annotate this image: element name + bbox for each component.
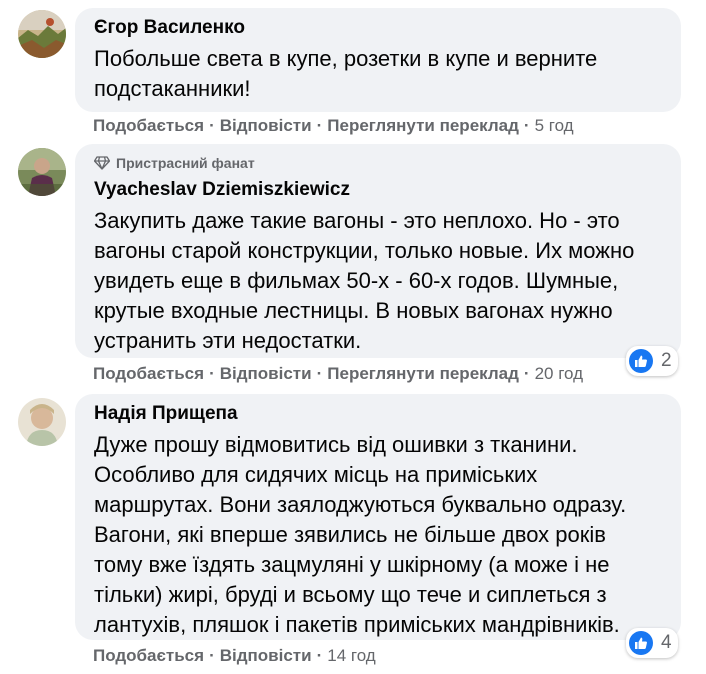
reply-link[interactable]: Відповісти	[220, 364, 312, 383]
comment-bubble: Єгор Василенко Побольше света в купе, ро…	[75, 8, 681, 112]
comment-text-line: Закупить даже такие вагоны - это неплохо…	[94, 208, 620, 233]
comment-actions: Подобається · Відповісти · Переглянути перек…	[93, 364, 583, 384]
reaction-count: 2	[661, 350, 672, 371]
like-icon	[629, 631, 653, 655]
avatar[interactable]	[18, 148, 66, 196]
separator: ·	[523, 364, 530, 383]
comment-text: Дуже прошу відмовитись від ошивки з ткан…	[94, 430, 669, 640]
separator: ·	[523, 116, 530, 135]
comment-actions: Подобається · Відповісти · 14 год	[93, 646, 376, 666]
comment-actions: Подобається · Відповісти · Переглянути перек…	[93, 116, 574, 136]
like-link[interactable]: Подобається	[93, 116, 204, 135]
comment-text-line: Побольше света в купе, розетки в купе и …	[94, 46, 598, 71]
comment-text-line: Дуже прошу відмовитись від ошивки з ткан…	[94, 432, 578, 457]
like-link[interactable]: Подобається	[93, 364, 204, 383]
separator: ·	[316, 116, 323, 135]
reaction-count: 4	[661, 632, 672, 653]
comment-text-line: тільки) жирі, бруді и всьому що тече и с…	[94, 582, 607, 607]
like-icon	[629, 349, 653, 373]
translate-link[interactable]: Переглянути переклад	[327, 116, 519, 135]
separator: ·	[316, 364, 323, 383]
timestamp[interactable]: 5 год	[535, 116, 574, 135]
like-link[interactable]: Подобається	[93, 646, 204, 665]
comment-text: Побольше света в купе, розетки в купе и …	[94, 44, 669, 104]
reaction-summary[interactable]: 4	[626, 628, 678, 658]
comment-text: Закупить даже такие вагоны - это неплохо…	[94, 206, 669, 356]
separator: ·	[209, 116, 215, 135]
comment-text-line: крутые входные лестницы. В новых вагонах…	[94, 298, 613, 323]
timestamp[interactable]: 20 год	[535, 364, 583, 383]
separator: ·	[316, 646, 323, 665]
comment-bubble: Пристрасний фанат Vyacheslav Dziemiszkie…	[75, 144, 681, 358]
comment-text-line: Особливо для сидячих місць на приміських	[94, 462, 538, 487]
comment-bubble: Надія Прищепа Дуже прошу відмовитись від…	[75, 394, 681, 640]
separator: ·	[209, 364, 215, 383]
badge-label: Пристрасний фанат	[116, 155, 255, 171]
comment-text-line: тому вже їздять зацмуляні у шкірному (а …	[94, 552, 610, 577]
avatar[interactable]	[18, 398, 66, 446]
comment-author[interactable]: Єгор Василенко	[94, 16, 669, 40]
comment-text-line: устранить эти недостатки.	[94, 328, 362, 353]
comment-text-line: подстаканники!	[94, 76, 251, 101]
diamond-icon	[94, 156, 110, 170]
separator: ·	[209, 646, 215, 665]
translate-link[interactable]: Переглянути переклад	[327, 364, 519, 383]
comment-text-line: Вагони, які вперше зявились не більше дв…	[94, 522, 606, 547]
top-fan-badge[interactable]: Пристрасний фанат	[94, 154, 669, 172]
comment-author[interactable]: Vyacheslav Dziemiszkiewicz	[94, 178, 669, 202]
comment-text-line: вагоны старой конструкции, только новые.…	[94, 238, 635, 263]
comment-text-line: увидеть еще в фильмах 50-х - 60-х годов.…	[94, 268, 619, 293]
reaction-summary[interactable]: 2	[626, 346, 678, 376]
reply-link[interactable]: Відповісти	[220, 646, 312, 665]
timestamp[interactable]: 14 год	[327, 646, 375, 665]
avatar[interactable]	[18, 10, 66, 58]
comment-author[interactable]: Надія Прищепа	[94, 402, 669, 426]
comment-text-line: лантухів, пляшок і пакетів приміських ма…	[94, 612, 620, 637]
comment-text-line: маршрутах. Вони заялоджуються буквально …	[94, 492, 627, 517]
reply-link[interactable]: Відповісти	[220, 116, 312, 135]
